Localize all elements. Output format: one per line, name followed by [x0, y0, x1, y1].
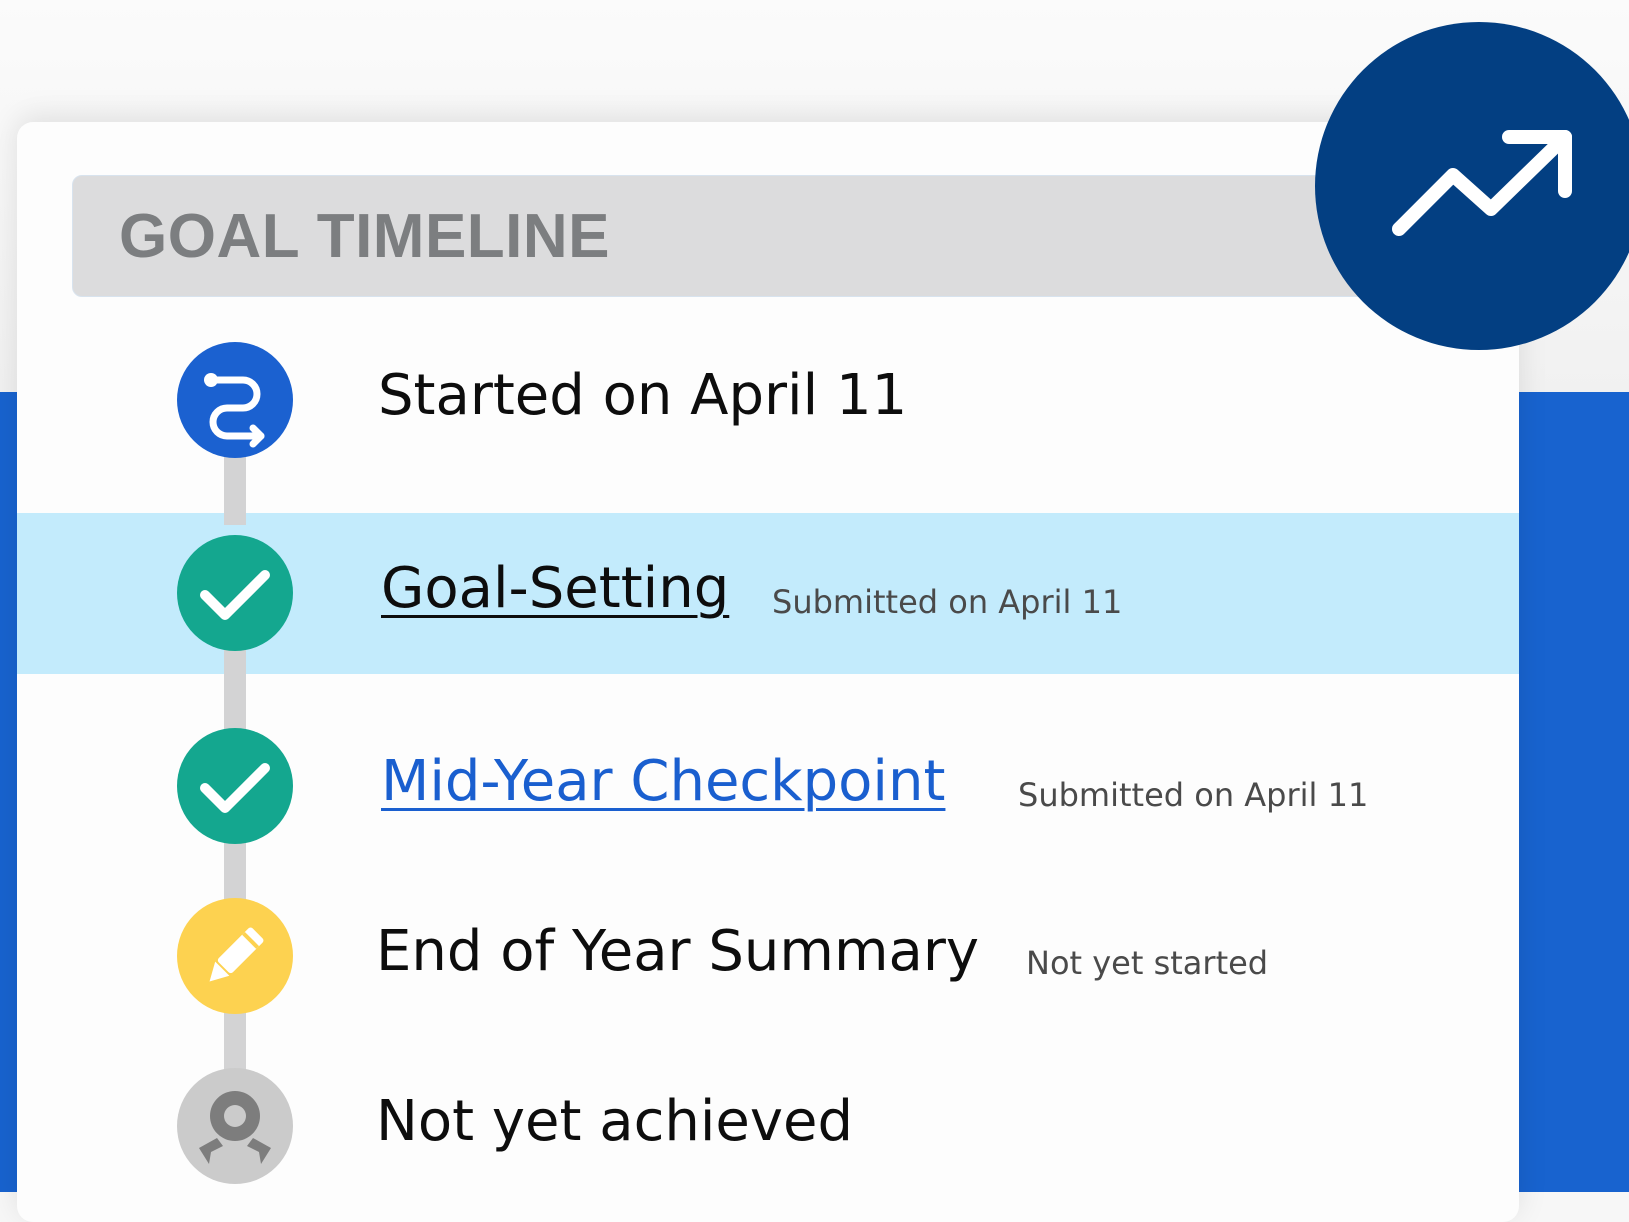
- mid-year-checkpoint-link[interactable]: Mid-Year Checkpoint: [381, 750, 945, 814]
- checkmark-icon: [177, 728, 293, 844]
- trending-up-icon: [1315, 22, 1629, 350]
- end-of-year-label: End of Year Summary: [376, 919, 979, 984]
- goal-setting-status: Submitted on April 11: [772, 583, 1123, 621]
- checkmark-icon: [177, 535, 293, 651]
- end-of-year-status: Not yet started: [1026, 944, 1269, 982]
- timeline-connector: [224, 455, 246, 525]
- achievement-label: Not yet achieved: [376, 1089, 854, 1154]
- mid-year-status: Submitted on April 11: [1018, 776, 1369, 814]
- route-icon: [177, 342, 293, 458]
- timeline-connector: [224, 645, 246, 730]
- timeline-connector: [224, 1005, 246, 1075]
- timeline-started-label: Started on April 11: [378, 363, 908, 428]
- goal-setting-link[interactable]: Goal-Setting: [381, 557, 729, 621]
- timeline-connector: [224, 835, 246, 900]
- timeline-title: GOAL TIMELINE: [119, 202, 611, 271]
- pencil-icon: [177, 898, 293, 1014]
- timeline-header: GOAL TIMELINE: [72, 175, 1372, 297]
- award-ribbon-icon: [177, 1068, 293, 1184]
